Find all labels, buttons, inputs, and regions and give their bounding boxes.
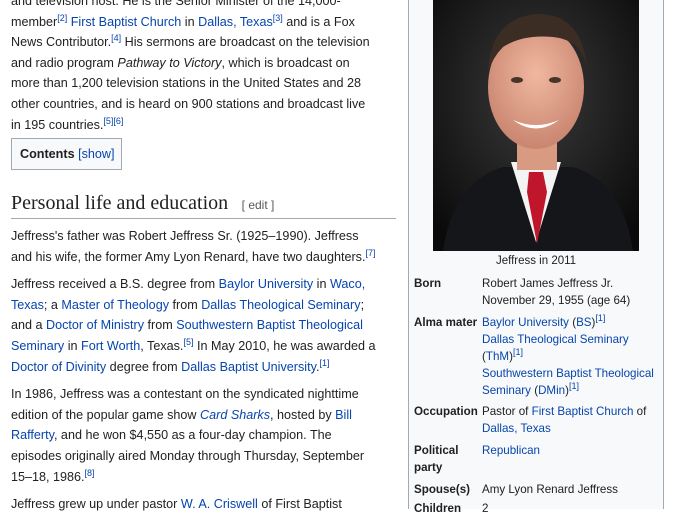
alma-mater-label: Alma mater: [414, 316, 478, 329]
link-thm[interactable]: ThM: [486, 350, 509, 363]
ref-link[interactable]: [8]: [85, 467, 95, 477]
link-dallas-theological-seminary[interactable]: Dallas Theological Seminary: [482, 333, 629, 346]
link-dallas-baptist-university[interactable]: Dallas Baptist University: [181, 360, 316, 374]
link-bill-rafferty[interactable]: Bill: [335, 408, 352, 422]
intro-line: member[2] First Baptist Church in Dallas…: [11, 12, 355, 29]
ref-link[interactable]: [2]: [57, 12, 67, 22]
link-first-baptist-church[interactable]: First Baptist Church: [532, 405, 634, 418]
ref-link[interactable]: [1]: [595, 313, 605, 323]
link-master-of-theology[interactable]: Master of Theology: [61, 298, 169, 312]
paragraph-line: 15–18, 1986.[8]: [11, 467, 95, 484]
table-of-contents: Contents [show]: [11, 138, 123, 170]
paragraph-line: Jeffress's father was Robert Jeffress Sr…: [11, 229, 359, 243]
political-party-label: Political party: [414, 444, 459, 474]
link-southwestern-baptist[interactable]: Southwestern Baptist Theological: [482, 367, 654, 380]
link-doctor-of-ministry[interactable]: Doctor of Ministry: [46, 318, 144, 332]
paragraph-line: Jeffress received a B.S. degree from Bay…: [11, 277, 366, 292]
occupation-label: Occupation: [414, 405, 478, 418]
intro-line: and radio program Pathway to Victory, wh…: [11, 55, 350, 70]
article-intro: and television host. He is the Senior Mi…: [11, 0, 399, 135]
link-baylor-university[interactable]: Baylor University: [482, 316, 569, 329]
ref-link[interactable]: [5]: [183, 337, 193, 347]
link-baylor-university[interactable]: Baylor University: [219, 277, 313, 291]
intro-line: News Contributor.[4] His sermons are bro…: [11, 33, 370, 50]
ref-link[interactable]: [5][6]: [103, 115, 123, 125]
spouse-value: Amy Lyon Renard Jeffress: [482, 483, 618, 496]
paragraph-line: edition of the popular game show Card Sh…: [11, 407, 352, 422]
section-edit-link[interactable]: [ edit ]: [242, 198, 275, 212]
paragraph-line: Doctor of Divinity degree from Dallas Ba…: [11, 357, 330, 374]
link-seminary[interactable]: Seminary: [11, 339, 64, 353]
link-southwestern-baptist[interactable]: Southwestern Baptist Theological: [176, 318, 363, 332]
born-value: Robert James Jeffress Jr. November 29, 19…: [482, 277, 631, 307]
paragraph-line: and a Doctor of Ministry from Southweste…: [11, 318, 363, 333]
section-body: Jeffress's father was Robert Jeffress Sr…: [11, 226, 401, 515]
ref-link[interactable]: [1]: [569, 381, 579, 391]
link-dallas-texas[interactable]: Dallas, Texas: [482, 422, 551, 435]
link-doctor-of-divinity[interactable]: Doctor of Divinity: [11, 360, 106, 374]
section-title: Personal life and education: [11, 192, 229, 214]
ref-link[interactable]: [4]: [111, 33, 121, 43]
ref-link[interactable]: [1]: [319, 357, 329, 367]
portrait-image: [433, 0, 639, 251]
portrait-photo[interactable]: [433, 0, 639, 251]
spouse-label: Spouse(s): [414, 483, 471, 496]
section-heading: Personal life and education [ edit ]: [11, 192, 396, 219]
photo-caption: Jeffress in 2011: [495, 255, 577, 267]
ref-link[interactable]: [7]: [365, 247, 375, 257]
link-seminary[interactable]: Seminary: [482, 384, 531, 397]
paragraph-line: Texas; a Master of Theology from Dallas …: [11, 297, 365, 312]
paragraph-line: Jeffress grew up under pastor W. A. Cris…: [11, 497, 342, 512]
infobox: Jeffress in 2011 Born Robert James Jeffr…: [408, 0, 664, 515]
paragraph-line: Rafferty, and he won $4,550 as a four-da…: [11, 428, 332, 443]
political-party-value: Republican: [482, 442, 662, 459]
intro-line: other countries, and is heard on 900 sta…: [11, 96, 366, 111]
paragraph-line: Seminary in Fort Worth, Texas.[5] In May…: [11, 336, 376, 353]
paragraph-line: episodes originally aired Monday through…: [11, 448, 365, 463]
link-fort-worth[interactable]: Fort Worth: [81, 339, 140, 353]
paragraph-line: and his wife, the former Amy Lyon Renard…: [11, 247, 376, 264]
ref-link[interactable]: [1]: [513, 347, 523, 357]
contents-show-toggle[interactable]: [show]: [78, 147, 114, 161]
link-first-baptist-church[interactable]: First Baptist Church: [71, 15, 182, 29]
link-dallas-texas[interactable]: Dallas, Texas: [198, 15, 273, 29]
link-bs[interactable]: BS: [576, 316, 591, 329]
link-card-sharks[interactable]: Card Sharks: [200, 408, 270, 422]
link-texas[interactable]: Texas: [11, 298, 44, 312]
intro-line: and television host. He is the Senior Mi…: [11, 0, 341, 8]
link-waco[interactable]: Waco,: [330, 277, 365, 291]
link-wa-criswell[interactable]: W. A. Criswell: [181, 497, 258, 511]
born-label: Born: [414, 277, 442, 290]
link-dallas-theological-seminary[interactable]: Dallas Theological Seminary: [201, 298, 360, 312]
link-bill-rafferty[interactable]: Rafferty: [11, 428, 54, 442]
contents-label: Contents: [20, 147, 75, 161]
intro-line: more than 1,200 television stations in t…: [11, 76, 362, 91]
link-republican[interactable]: Republican: [482, 444, 540, 457]
paragraph-line: In 1986, Jeffress was a contestant on th…: [11, 387, 359, 402]
link-dmin[interactable]: DMin: [538, 384, 565, 397]
alma-mater-value: Baylor University (BS)[1] Dallas Theolog…: [482, 313, 654, 397]
occupation-value: Pastor of First Baptist Church of Dallas…: [482, 405, 647, 435]
ref-link[interactable]: [3]: [273, 12, 283, 22]
intro-line: in 195 countries.[5][6]: [11, 115, 124, 132]
